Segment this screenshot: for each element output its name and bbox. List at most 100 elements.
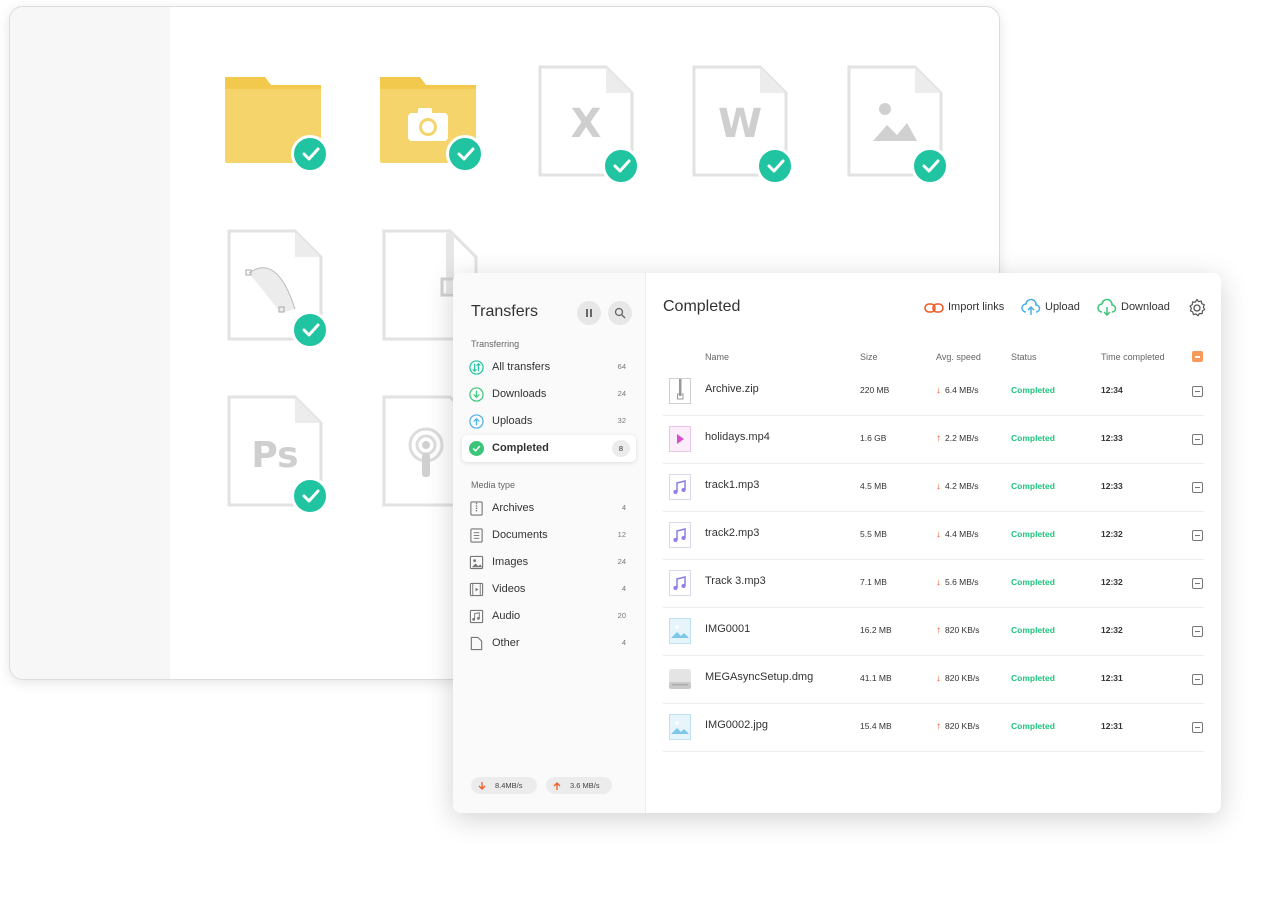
check-icon: [291, 135, 329, 173]
other-file-icon: [470, 636, 483, 651]
speed-cell: ↓ 5.6 MB/s: [936, 577, 979, 588]
row-checkbox[interactable]: [1192, 578, 1203, 589]
row-checkbox[interactable]: [1192, 626, 1203, 637]
upload-button[interactable]: Upload: [1021, 298, 1081, 318]
nav-documents[interactable]: Documents 12: [462, 522, 636, 549]
download-button[interactable]: Download: [1097, 298, 1175, 318]
nav-completed[interactable]: Completed 8: [462, 435, 636, 462]
excel-file-icon[interactable]: X: [538, 65, 640, 185]
nav-archives[interactable]: Archives 4: [462, 495, 636, 522]
check-icon: [446, 135, 484, 173]
download-arrow-icon: ↓: [936, 385, 941, 396]
row-checkbox[interactable]: [1192, 530, 1203, 541]
audio-icon: [469, 609, 484, 624]
nav-downloads[interactable]: Downloads 24: [462, 381, 636, 408]
nav-all-transfers[interactable]: All transfers 64: [462, 354, 636, 381]
download-arrow-icon: ↓: [936, 529, 941, 540]
transfers-window: Transfers Transferring All transfers 64 …: [453, 273, 1221, 813]
download-arrow-icon: [478, 782, 486, 790]
section-media-label: Media type: [471, 480, 516, 490]
transfers-title: Transfers: [471, 303, 538, 320]
column-name[interactable]: Name: [705, 352, 729, 362]
row-checkbox[interactable]: [1192, 674, 1203, 685]
speed-cell: ↑ 2.2 MB/s: [936, 433, 979, 444]
check-icon: [602, 147, 640, 185]
row-checkbox[interactable]: [1192, 434, 1203, 445]
audio-file-icon: [669, 522, 691, 548]
speed-cell: ↓ 6.4 MB/s: [936, 385, 979, 396]
upload-arrow-icon: [553, 782, 561, 790]
gear-icon[interactable]: [1187, 298, 1207, 318]
pause-button[interactable]: [577, 301, 601, 325]
video-file-icon: [669, 426, 691, 452]
nav-images[interactable]: Images 24: [462, 549, 636, 576]
table-row[interactable]: Track 3.mp3 7.1 MB ↓ 5.6 MB/s Completed 1…: [663, 559, 1204, 608]
file-browser-sidebar: [10, 7, 170, 679]
upload-arrow-icon: ↑: [936, 721, 941, 732]
archive-icon: [470, 501, 483, 516]
speed-cell: ↓ 4.4 MB/s: [936, 529, 979, 540]
download-arrow-icon: ↓: [936, 577, 941, 588]
column-status[interactable]: Status: [1011, 352, 1037, 362]
download-arrow-icon: ↓: [936, 673, 941, 684]
check-icon: [291, 311, 329, 349]
disk-image-icon: [669, 669, 691, 689]
photoshop-file-icon[interactable]: Ps: [227, 395, 329, 515]
speed-cell: ↑ 820 KB/s: [936, 721, 980, 732]
import-links-button[interactable]: Import links: [924, 298, 1006, 318]
select-all-checkbox[interactable]: [1192, 351, 1203, 362]
completed-check-icon: [469, 441, 484, 456]
upload-speed-pill: 3.6 MB/s: [546, 777, 612, 794]
table-row[interactable]: holidays.mp4 1.6 GB ↑ 2.2 MB/s Completed …: [663, 415, 1204, 464]
section-transferring-label: Transferring: [471, 339, 520, 349]
row-checkbox[interactable]: [1192, 482, 1203, 493]
nav-audio[interactable]: Audio 20: [462, 603, 636, 630]
upload-circle-icon: [469, 414, 484, 429]
search-button[interactable]: [608, 301, 632, 325]
check-icon: [756, 147, 794, 185]
row-checkbox[interactable]: [1192, 722, 1203, 733]
image-file-icon[interactable]: [847, 65, 949, 185]
table-row[interactable]: MEGAsyncSetup.dmg 41.1 MB ↓ 820 KB/s Comp…: [663, 655, 1204, 704]
nav-videos[interactable]: Videos 4: [462, 576, 636, 603]
camera-folder-icon[interactable]: [380, 75, 484, 190]
pause-icon: [586, 309, 592, 317]
table-row[interactable]: track2.mp3 5.5 MB ↓ 4.4 MB/s Completed 12…: [663, 511, 1204, 560]
all-transfers-icon: [469, 360, 484, 375]
folder-icon[interactable]: [225, 75, 329, 190]
nav-other[interactable]: Other 4: [462, 630, 636, 657]
link-icon: [924, 303, 944, 313]
upload-arrow-icon: ↑: [936, 433, 941, 444]
image-file-icon: [669, 714, 691, 740]
check-icon: [291, 477, 329, 515]
nav-uploads[interactable]: Uploads 32: [462, 408, 636, 435]
vector-file-icon[interactable]: [227, 229, 329, 349]
column-time[interactable]: Time completed: [1101, 352, 1165, 362]
table-row[interactable]: IMG0002.jpg 15.4 MB ↑ 820 KB/s Completed …: [663, 703, 1204, 752]
document-icon: [470, 528, 483, 543]
audio-file-icon: [669, 570, 691, 596]
column-size[interactable]: Size: [860, 352, 878, 362]
table-row[interactable]: IMG0001 16.2 MB ↑ 820 KB/s Completed 12:3…: [663, 607, 1204, 656]
page-title: Completed: [663, 298, 741, 315]
download-circle-icon: [469, 387, 484, 402]
speed-cell: ↓ 4.2 MB/s: [936, 481, 979, 492]
image-icon: [469, 555, 484, 570]
column-speed[interactable]: Avg. speed: [936, 352, 981, 362]
row-checkbox[interactable]: [1192, 386, 1203, 397]
search-icon: [614, 307, 626, 319]
download-arrow-icon: ↓: [936, 481, 941, 492]
cloud-upload-icon: [1021, 298, 1041, 315]
image-file-icon: [669, 618, 691, 644]
table-row[interactable]: Archive.zip 220 MB ↓ 6.4 MB/s Completed 1…: [663, 367, 1204, 416]
speed-cell: ↑ 820 KB/s: [936, 625, 980, 636]
table-row[interactable]: track1.mp3 4.5 MB ↓ 4.2 MB/s Completed 12…: [663, 463, 1204, 512]
word-file-icon[interactable]: W: [692, 65, 794, 185]
download-speed-pill: 8.4MB/s: [471, 777, 537, 794]
speed-cell: ↓ 820 KB/s: [936, 673, 980, 684]
transfers-sidebar: Transfers Transferring All transfers 64 …: [453, 273, 646, 813]
archive-file-icon: [669, 378, 691, 404]
video-icon: [469, 582, 484, 597]
cloud-download-icon: [1097, 298, 1117, 317]
check-icon: [911, 147, 949, 185]
